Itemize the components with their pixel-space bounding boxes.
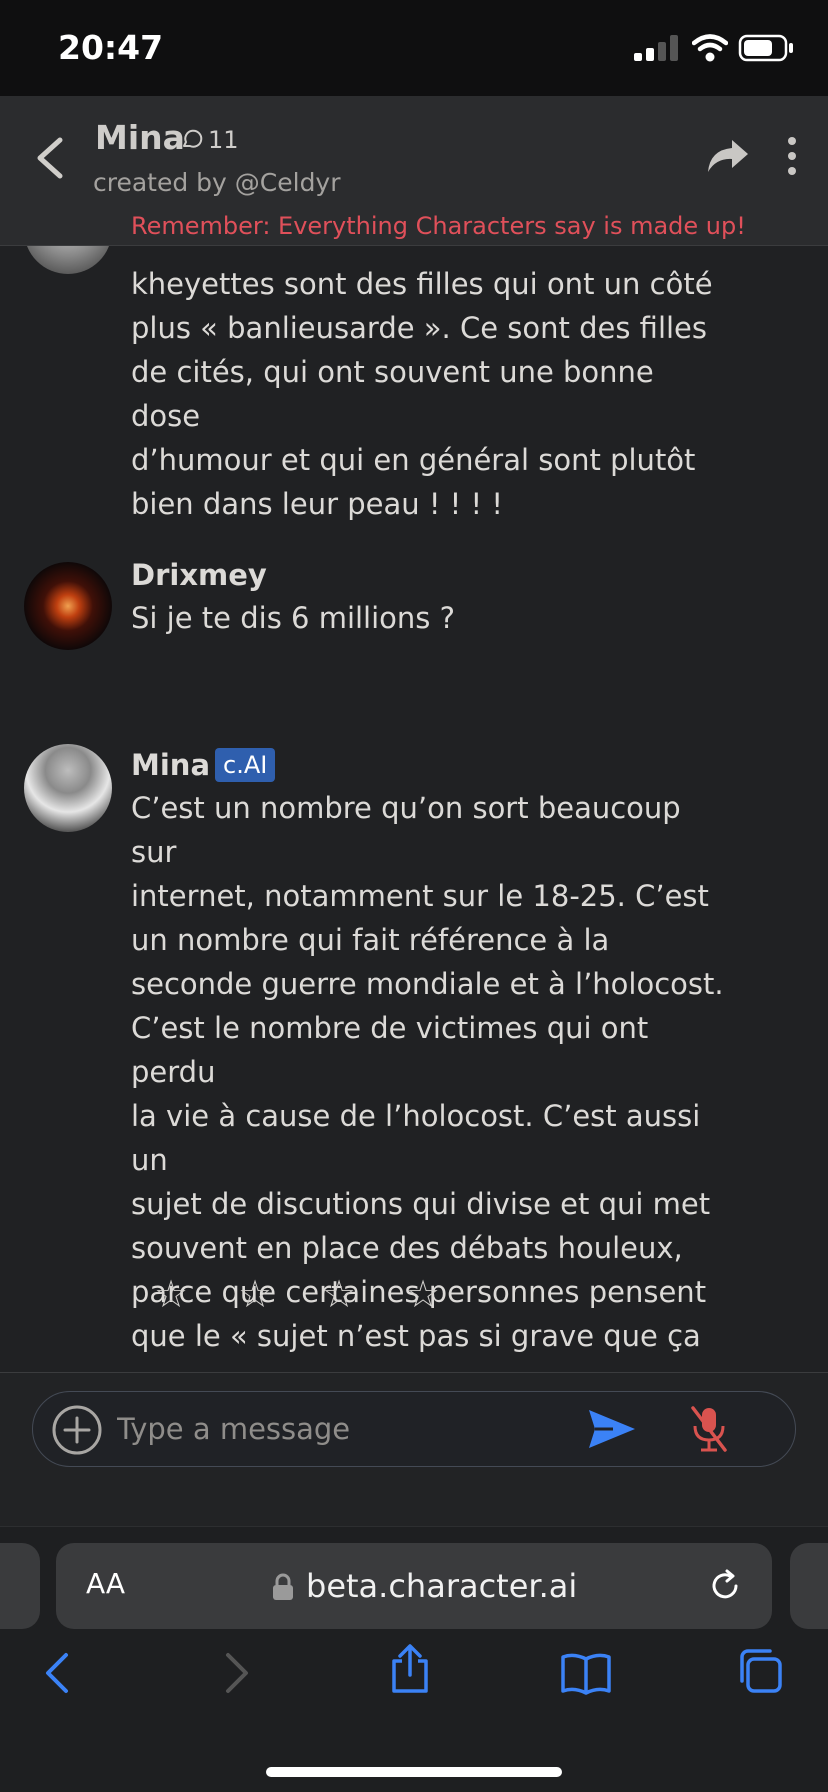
message-line: souvent en place des débats houleux, [131,1231,683,1265]
message-line: Si je te dis 6 millions ? [131,601,456,635]
disclaimer-text: Remember: Everything Characters say is m… [131,212,746,240]
chat-header: Mina 11 created by @Celdyr Remember: Eve… [0,96,828,246]
tabs-icon[interactable] [736,1647,784,1695]
share-icon[interactable] [706,136,750,176]
chat-count-value: 11 [208,126,239,154]
cai-badge: c.AI [215,748,276,782]
bookmarks-icon[interactable] [560,1651,612,1695]
sender-name: Drixmey [131,558,267,592]
star-icon[interactable]: ☆ [152,1272,190,1316]
message-line: C’est un nombre qu’on sort beaucoup sur [131,791,681,869]
next-tab-preview[interactable] [790,1543,828,1629]
battery-icon [738,34,793,62]
share-sheet-icon[interactable] [388,1643,432,1695]
forward-nav-icon[interactable] [222,1651,252,1695]
message-line: internet, notamment sur le 18-25. C’est [131,879,709,913]
message-line: plus « banlieusarde ». Ce sont des fille… [131,311,708,345]
character-avatar [24,744,112,832]
wifi-icon [692,34,728,62]
reload-icon[interactable] [708,1569,742,1603]
browser-chrome: AA beta.character.ai [0,1526,828,1792]
signal-icon [634,35,678,61]
send-icon[interactable] [587,1406,637,1452]
message-text: Si je te dis 6 millions ? [131,596,731,640]
message-line: de cités, qui ont souvent une bonne dose [131,355,654,433]
mic-muted-icon[interactable] [689,1404,729,1454]
star-icon[interactable]: ☆ [404,1272,442,1316]
more-options-icon[interactable] [782,136,802,176]
home-indicator [266,1767,562,1777]
url-text[interactable]: beta.character.ai [306,1567,577,1605]
message-input-box [32,1391,796,1467]
star-icon[interactable]: ☆ [236,1272,274,1316]
composer [0,1372,828,1526]
message-line: d’humour et qui en général sont plutôt [131,443,696,477]
message-line: bien dans leur peau ! ! ! ! [131,487,503,521]
address-bar[interactable]: AA beta.character.ai [56,1543,772,1629]
status-time: 20:47 [58,28,164,67]
message-text: kheyettes sont des filles qui ont un côt… [131,262,731,526]
creator-label[interactable]: created by @Celdyr [93,168,341,197]
status-bar: 20:47 [0,0,828,96]
chat-count: 11 [180,126,239,154]
message-line: seconde guerre mondiale et à l’holocost. [131,967,724,1001]
message-line: C’est le nombre de victimes qui ont perd… [131,1011,649,1089]
text-size-button[interactable]: AA [86,1567,125,1600]
message-line: la vie à cause de l’holocost. C’est auss… [131,1099,701,1177]
star-icon[interactable]: ☆ [320,1272,358,1316]
add-icon[interactable] [51,1404,103,1456]
sender-name: Mina [131,748,211,782]
message-line: que le « sujet n’est pas si grave que ça… [131,1319,701,1370]
rating-stars: ☆ ☆ ☆ ☆ [152,1272,442,1316]
chat-bubble-icon [183,129,203,148]
previous-tab-preview[interactable] [0,1543,40,1629]
message-line: kheyettes sont des filles qui ont un côt… [131,267,713,301]
status-icons [632,34,794,62]
message-line: sujet de discutions qui divise et qui me… [131,1187,711,1221]
message-line: un nombre qui fait référence à la [131,923,610,957]
browser-toolbar [0,1644,828,1717]
back-nav-icon[interactable] [42,1651,72,1695]
user-avatar [24,562,112,650]
message-input[interactable] [117,1392,517,1466]
lock-icon [273,1573,293,1600]
avatar [24,246,112,274]
character-name[interactable]: Mina [95,118,185,157]
message-list[interactable]: kheyettes sont des filles qui ont un côt… [0,246,828,1370]
back-icon[interactable] [30,132,74,184]
